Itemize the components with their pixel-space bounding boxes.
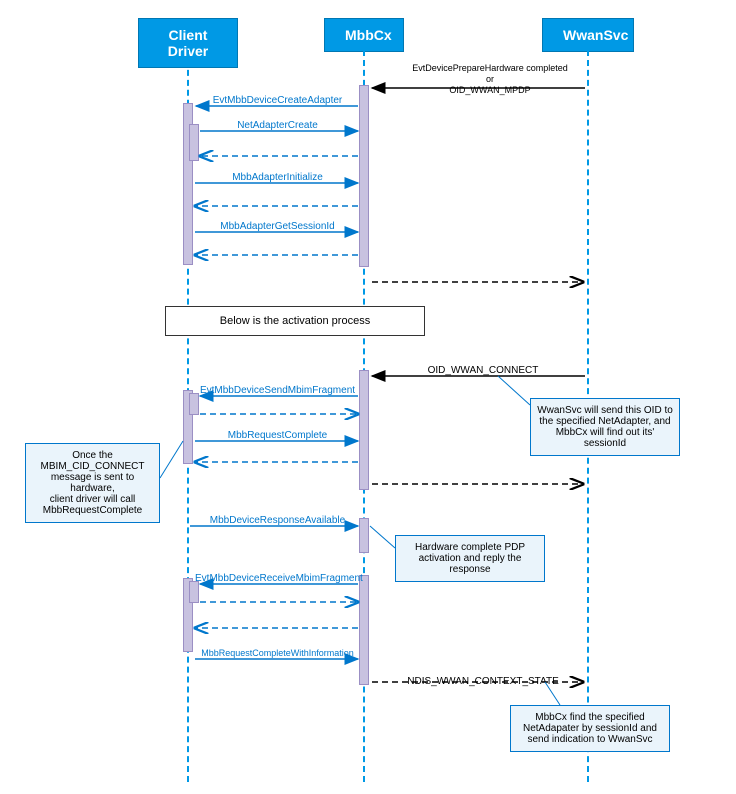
msg-get-sessionid: MbbAdapterGetSessionId [200,221,355,232]
msg-receive-mbim: EvtMbbDeviceReceiveMbimFragment [195,573,360,584]
msg-request-complete: MbbRequestComplete [200,430,355,441]
activation-mbbcx-3 [359,518,369,553]
participant-wwan: WwanSvc [542,18,634,52]
callout-pdp-response: Hardware complete PDP activation and rep… [395,535,545,582]
msg-oid-connect: OID_WWAN_CONNECT [393,365,573,376]
activation-mbbcx-2 [359,370,369,490]
msg-create-adapter: EvtMbbDeviceCreateAdapter [200,95,355,106]
msg-netadapter-create: NetAdapterCreate [200,120,355,131]
msg-response-avail: MbbDeviceResponseAvailable [200,515,355,526]
top-trigger-label: EvtDevicePrepareHardware completed or OI… [410,63,570,95]
msg-context-state: NDIS_WWAN_CONTEXT_STATE [393,676,573,687]
msg-adapter-init: MbbAdapterInitialize [200,172,355,183]
activation-client-2b [189,393,199,415]
activation-client-1b [189,124,199,161]
callout-find-adapter: MbbCx find the specified NetAdapater by … [510,705,670,752]
msg-send-mbim: EvtMbbDeviceSendMbimFragment [195,385,360,396]
activation-client-3b [189,581,199,603]
activation-mbbcx-1 [359,85,369,267]
callout-mbim-connect: Once the MBIM_CID_CONNECT message is sen… [25,443,160,523]
activation-divider: Below is the activation process [165,306,425,336]
callout-wwansvc-oid: WwanSvc will send this OID to the specif… [530,398,680,456]
activation-mbbcx-4 [359,575,369,685]
msg-complete-info: MbbRequestCompleteWithInformation [190,648,365,658]
participant-mbbcx: MbbCx [324,18,404,52]
